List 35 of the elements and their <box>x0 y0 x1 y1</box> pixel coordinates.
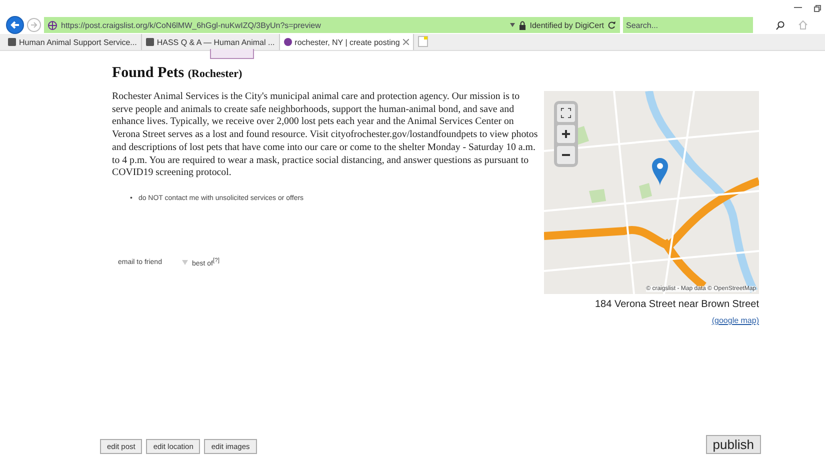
tab-favicon-icon <box>8 38 16 46</box>
tab-favicon-icon <box>284 38 292 46</box>
forward-arrow-icon <box>30 21 38 29</box>
minus-icon <box>562 151 570 159</box>
tab-favicon-icon <box>146 38 154 46</box>
restore-icon[interactable] <box>814 4 821 12</box>
refresh-icon[interactable] <box>608 21 616 29</box>
zoom-out-button[interactable] <box>557 146 575 164</box>
fullscreen-icon <box>561 108 571 118</box>
tab-title: Human Animal Support Service... <box>19 38 137 46</box>
dropdown-icon[interactable] <box>510 23 515 27</box>
minimize-icon[interactable] <box>794 7 802 9</box>
url-text: https://post.craigslist.org/k/CoN6lMW_6hGgl-nuKwIZQ/3ByUn?s=preview <box>61 20 322 30</box>
lock-icon <box>518 20 526 30</box>
address-bar[interactable]: https://post.craigslist.org/k/CoN6lMW_6hGgl-nuKwIZQ/3ByUn?s=preview Identified by DigiCert <box>44 17 620 33</box>
title-text: Found Pets <box>112 65 186 81</box>
zoom-in-button[interactable] <box>557 125 575 143</box>
site-icon <box>48 20 57 30</box>
post-body: Rochester Animal Services is the City's municipal animal care and protection agency. Our mission is to serve people and animals to create safe neighborhoods, support the human-animal bond, and save and enhance lives. Typically, we receive over 2,000 lost pets each year and the Animal Services Center on Verona Street serves as a lost and found resource. Visit cityofrochester.gov/lostandfoundpets to view photos and descriptions of lost pets that have come into our care or come to the shelter Monday - Saturday 10 a.m. to 4 p.m. You are required to wear a mask, practice social distancing, and answer questions as pursuant to COVID19 screening protocol. <box>112 91 539 180</box>
publish-button[interactable]: publish <box>706 435 761 454</box>
fullscreen-button[interactable] <box>557 104 575 122</box>
close-icon[interactable] <box>402 39 409 45</box>
browser-tab[interactable]: rochester, NY | create posting <box>280 34 414 50</box>
google-map-link[interactable]: (google map) <box>712 316 759 325</box>
tab-title: rochester, NY | create posting <box>294 38 400 46</box>
post-location: (Rochester) <box>188 68 242 80</box>
browser-tab[interactable]: Human Animal Support Service... <box>4 34 142 50</box>
plus-icon <box>562 130 570 138</box>
identity-text: Identified by DigiCert <box>530 20 604 30</box>
tab-title: HASS Q & A — Human Animal ... <box>156 38 275 46</box>
back-button[interactable] <box>6 16 24 34</box>
back-arrow-icon <box>10 20 20 30</box>
search-icon[interactable] <box>776 20 785 30</box>
map-address: 184 Verona Street near Brown Street <box>595 299 759 310</box>
search-field[interactable]: Search... <box>623 17 753 33</box>
